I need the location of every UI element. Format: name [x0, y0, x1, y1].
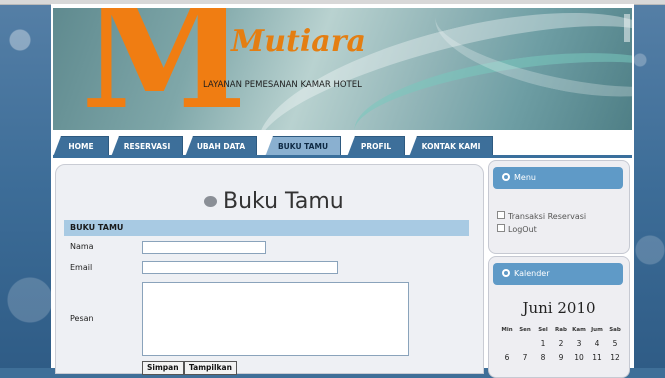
pesan-textarea[interactable] — [142, 282, 409, 356]
nav-underline — [53, 155, 632, 158]
weekday: Jum — [591, 327, 603, 333]
menu-item-logout[interactable]: LogOut — [497, 224, 537, 234]
weekday: Rab — [555, 327, 567, 333]
calendar-day[interactable] — [517, 339, 533, 348]
nama-field[interactable] — [142, 241, 266, 254]
calendar-day[interactable]: 3 — [571, 339, 587, 348]
section-header-label: BUKU TAMU — [70, 223, 124, 232]
page-title-text: Buku Tamu — [223, 189, 344, 214]
calendar-header: Kalender — [493, 263, 623, 285]
menu-header: Menu — [493, 167, 623, 189]
tab-home[interactable]: HOME — [53, 136, 109, 157]
tab-buku-tamu[interactable]: BUKU TAMU — [265, 136, 341, 157]
section-header: BUKU TAMU — [64, 220, 469, 236]
calendar-box: Kalender Juni 2010 Min Sen Sel Rab Kam J… — [488, 256, 630, 378]
header-banner: M Mutiara LAYANAN PEMESANAN KAMAR HOTEL — [53, 8, 632, 130]
calendar-day[interactable]: 7 — [517, 353, 533, 362]
circle-arrow-icon — [502, 269, 510, 277]
guestbook-panel: Buku Tamu BUKU TAMU Nama Email Pesan Sim… — [55, 164, 484, 375]
menu-box: Menu Transaksi Reservasi LogOut — [488, 160, 630, 254]
menu-title: Menu — [514, 173, 536, 182]
bullet-icon — [497, 211, 505, 219]
weekday: Sab — [609, 327, 621, 333]
weekday: Sel — [538, 327, 548, 333]
tagline: LAYANAN PEMESANAN KAMAR HOTEL — [203, 80, 362, 90]
brand-name: Mutiara — [231, 24, 366, 59]
calendar-week: 6 7 8 9 10 11 12 — [499, 353, 623, 362]
weekday: Sen — [519, 327, 531, 333]
calendar-month: Juni 2010 — [522, 299, 596, 317]
menu-item-transaksi-reservasi[interactable]: Transaksi Reservasi — [497, 211, 586, 221]
pesan-label: Pesan — [70, 314, 94, 323]
menu-item-label: LogOut — [508, 225, 537, 234]
simpan-button[interactable]: Simpan — [142, 361, 184, 375]
email-field[interactable] — [142, 261, 338, 274]
calendar-weekdays: Min Sen Sel Rab Kam Jum Sab — [499, 327, 623, 333]
calendar-day[interactable]: 1 — [535, 339, 551, 348]
calendar-day[interactable]: 8 — [535, 353, 551, 362]
calendar-week: 1 2 3 4 5 — [499, 339, 623, 348]
calendar-day[interactable]: 11 — [589, 353, 605, 362]
tab-profil[interactable]: PROFIL — [347, 136, 405, 157]
calendar-day[interactable]: 10 — [571, 353, 587, 362]
menu-item-label: Transaksi Reservasi — [508, 212, 587, 221]
speech-bubble-icon — [204, 196, 217, 207]
tab-reservasi[interactable]: RESERVASI — [111, 136, 183, 157]
page-container: M Mutiara LAYANAN PEMESANAN KAMAR HOTEL … — [51, 4, 634, 378]
tab-ubah-data[interactable]: UBAH DATA — [185, 136, 257, 157]
weekday: Kam — [572, 327, 586, 333]
calendar-day[interactable]: 2 — [553, 339, 569, 348]
calendar-day[interactable] — [499, 339, 515, 348]
circle-arrow-icon — [502, 173, 510, 181]
banner-side-mark — [624, 14, 630, 42]
calendar-day[interactable]: 5 — [607, 339, 623, 348]
tampilkan-button[interactable]: Tampilkan — [184, 361, 237, 375]
logo-letter: M — [81, 8, 247, 130]
nama-label: Nama — [70, 242, 94, 251]
bullet-icon — [497, 224, 505, 232]
weekday: Min — [501, 327, 513, 333]
calendar-day[interactable]: 4 — [589, 339, 605, 348]
tab-kontak-kami[interactable]: KONTAK KAMI — [409, 136, 493, 157]
calendar-day[interactable]: 9 — [553, 353, 569, 362]
calendar-day[interactable]: 6 — [499, 353, 515, 362]
calendar-day[interactable]: 12 — [607, 353, 623, 362]
email-label: Email — [70, 263, 93, 272]
page-title: Buku Tamu — [204, 189, 344, 214]
calendar-title: Kalender — [514, 269, 550, 278]
